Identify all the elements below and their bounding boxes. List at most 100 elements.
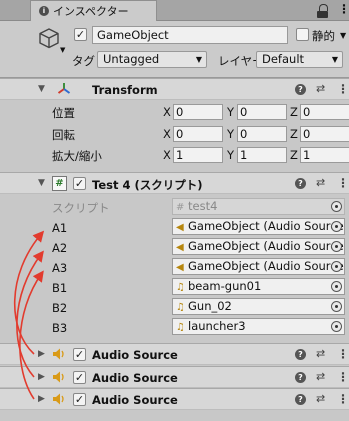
audio-clip-icon: ♫ <box>176 282 185 293</box>
help-icon[interactable]: ? <box>295 178 306 189</box>
foldout-expanded-icon[interactable]: ▼ <box>38 178 45 188</box>
a3-object-field[interactable]: ◀ GameObject (Audio Source <box>172 258 345 275</box>
info-icon: i <box>39 6 49 16</box>
rotation-y-field[interactable]: 0 <box>237 126 287 142</box>
gameobject-name-field[interactable]: GameObject <box>92 26 288 44</box>
preset-icon[interactable]: ⇄ <box>316 370 325 383</box>
cube-icon[interactable] <box>38 27 60 49</box>
foldout-collapsed-icon[interactable]: ▶ <box>38 349 45 359</box>
lock-icon[interactable] <box>317 4 328 18</box>
scale-y-field[interactable]: 1 <box>237 147 287 163</box>
audio-source-header-3[interactable]: ▶ ✓ Audio Source ? ⇄ ⋮ <box>0 388 349 410</box>
audio-source-icon <box>53 393 64 405</box>
audio-source-header-1[interactable]: ▶ ✓ Audio Source ? ⇄ ⋮ <box>0 343 349 365</box>
rotation-x-field[interactable]: 0 <box>173 126 223 142</box>
gameobject-header: ▼ ✓ GameObject 静的 ▼ タグ Untagged ▼ レイヤー De… <box>0 21 349 78</box>
axis-y-label[interactable]: Y <box>227 127 234 141</box>
scale-z-field[interactable]: 1 <box>300 147 349 163</box>
a3-value: GameObject (Audio Source <box>188 259 344 273</box>
preset-icon[interactable]: ⇄ <box>316 392 325 405</box>
script-field: # test4 <box>172 198 345 215</box>
inspector-tab-bar: i インスペクター ⋮ <box>0 0 349 21</box>
object-picker-icon[interactable] <box>331 241 342 252</box>
tag-label: タグ <box>72 54 95 68</box>
transform-header[interactable]: ▼ Transform ? ⇄ ⋮ <box>0 78 349 100</box>
axis-z-label[interactable]: Z <box>290 127 298 141</box>
position-z-field[interactable]: 0 <box>300 104 349 120</box>
a3-label: A3 <box>52 261 68 275</box>
component-enabled-checkbox[interactable]: ✓ <box>73 348 86 361</box>
static-checkbox[interactable] <box>296 28 309 41</box>
audio-clip-icon: ♫ <box>176 302 185 313</box>
axis-x-label[interactable]: X <box>163 105 171 119</box>
axis-z-label[interactable]: Z <box>290 105 298 119</box>
tab-inspector[interactable]: i インスペクター <box>30 0 157 21</box>
help-icon[interactable]: ? <box>295 372 306 383</box>
a1-label: A1 <box>52 221 68 235</box>
axis-x-label[interactable]: X <box>163 127 171 141</box>
foldout-collapsed-icon[interactable]: ▶ <box>38 372 45 382</box>
b3-value: launcher3 <box>188 319 246 333</box>
more-options-icon[interactable]: ⋮ <box>337 370 349 384</box>
help-icon[interactable]: ? <box>295 349 306 360</box>
object-picker-icon[interactable] <box>331 281 342 292</box>
b2-value: Gun_02 <box>188 299 232 313</box>
b2-object-field[interactable]: ♫ Gun_02 <box>172 298 345 315</box>
rotation-z-field[interactable]: 0 <box>300 126 349 142</box>
chevron-down-icon[interactable]: ▼ <box>60 46 65 54</box>
b3-label: B3 <box>52 321 68 335</box>
transform-title: Transform <box>92 83 158 97</box>
script-field-value: test4 <box>188 199 218 213</box>
axis-z-label[interactable]: Z <box>290 148 298 162</box>
test4-script-title: Test 4 (スクリプト) <box>92 178 203 192</box>
tag-value: Untagged <box>103 52 160 66</box>
component-enabled-checkbox[interactable]: ✓ <box>73 371 86 384</box>
axis-y-label[interactable]: Y <box>227 105 234 119</box>
a2-value: GameObject (Audio Source <box>188 239 344 253</box>
component-enabled-checkbox[interactable]: ✓ <box>73 177 86 190</box>
a1-value: GameObject (Audio Source <box>188 219 344 233</box>
scale-x-field[interactable]: 1 <box>173 147 223 163</box>
axis-x-label[interactable]: X <box>163 148 171 162</box>
axis-y-label[interactable]: Y <box>227 148 234 162</box>
a1-object-field[interactable]: ◀ GameObject (Audio Source <box>172 218 345 235</box>
foldout-expanded-icon[interactable]: ▼ <box>38 84 45 94</box>
active-checkbox[interactable]: ✓ <box>74 28 87 41</box>
more-options-icon[interactable]: ⋮ <box>338 3 349 15</box>
audio-source-title: Audio Source <box>92 393 178 407</box>
preset-icon[interactable]: ⇄ <box>316 176 325 189</box>
help-icon[interactable]: ? <box>295 394 306 405</box>
audio-clip-icon: ♫ <box>176 322 185 333</box>
object-picker-icon[interactable] <box>331 301 342 312</box>
a2-object-field[interactable]: ◀ GameObject (Audio Source <box>172 238 345 255</box>
more-options-icon[interactable]: ⋮ <box>337 82 349 96</box>
position-x-field[interactable]: 0 <box>173 104 223 120</box>
arrow-audio-source-1-to-a1 <box>13 230 45 355</box>
test4-script-header[interactable]: ▼ # ✓ Test 4 (スクリプト) ? ⇄ ⋮ <box>0 172 349 194</box>
more-options-icon[interactable]: ⋮ <box>337 392 349 406</box>
more-options-icon[interactable]: ⋮ <box>337 347 349 361</box>
foldout-collapsed-icon[interactable]: ▶ <box>38 394 45 404</box>
script-file-icon: # <box>176 202 185 213</box>
audio-source-icon: ◀ <box>176 242 184 253</box>
preset-icon[interactable]: ⇄ <box>316 347 325 360</box>
help-icon[interactable]: ? <box>295 84 306 95</box>
b3-object-field[interactable]: ♫ launcher3 <box>172 318 345 335</box>
audio-source-icon: ◀ <box>176 222 184 233</box>
static-dropdown-icon[interactable]: ▼ <box>340 31 346 40</box>
layer-dropdown[interactable]: Default ▼ <box>256 51 343 68</box>
component-enabled-checkbox[interactable]: ✓ <box>73 393 86 406</box>
object-picker-icon[interactable] <box>331 261 342 272</box>
scale-label: 拡大/縮小 <box>52 149 102 163</box>
b1-label: B1 <box>52 281 68 295</box>
b1-object-field[interactable]: ♫ beam-gun01 <box>172 278 345 295</box>
more-options-icon[interactable]: ⋮ <box>337 176 349 190</box>
layer-value: Default <box>262 52 305 66</box>
preset-icon[interactable]: ⇄ <box>316 82 325 95</box>
audio-source-header-2[interactable]: ▶ ✓ Audio Source ? ⇄ ⋮ <box>0 366 349 388</box>
tab-inspector-label: インスペクター <box>53 5 129 18</box>
tag-dropdown[interactable]: Untagged ▼ <box>97 51 207 68</box>
position-y-field[interactable]: 0 <box>237 104 287 120</box>
object-picker-icon[interactable] <box>331 221 342 232</box>
object-picker-icon[interactable] <box>331 321 342 332</box>
